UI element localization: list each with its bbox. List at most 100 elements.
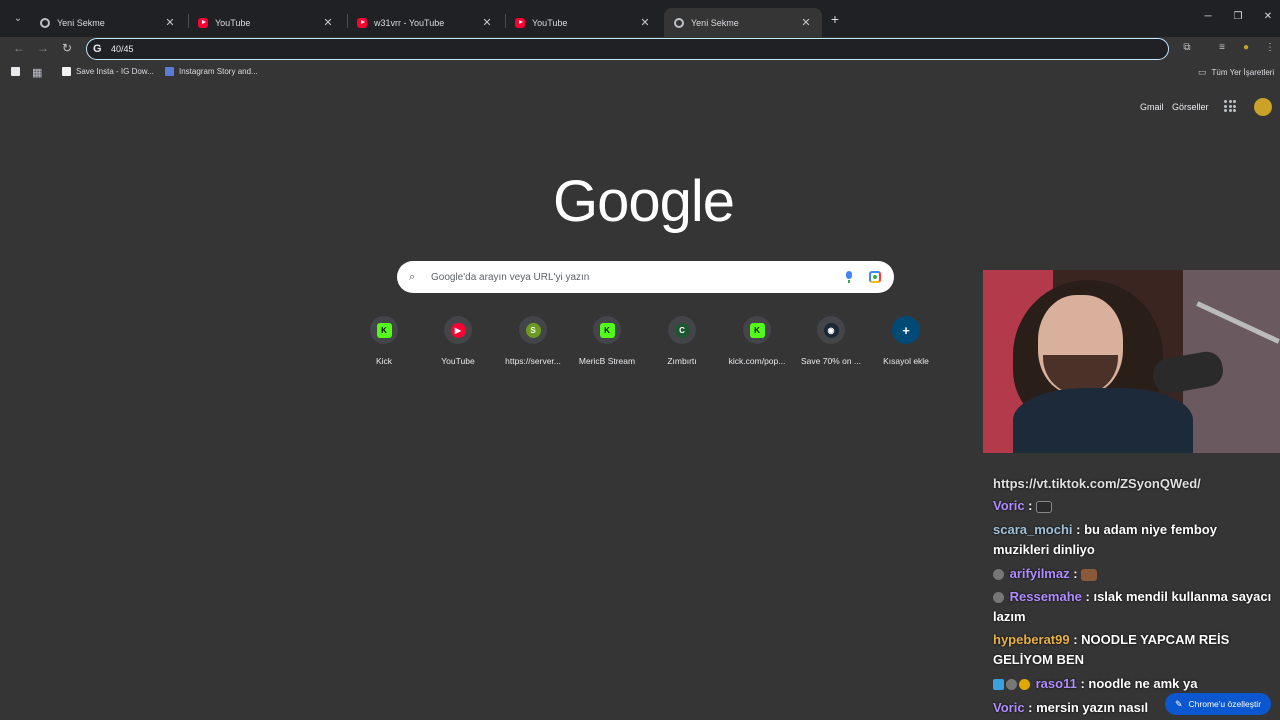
tab-yeni-sekme-active[interactable]: Yeni Sekme ✕ (664, 8, 822, 37)
tab-title: YouTube (215, 17, 251, 28)
save-insta-icon (62, 67, 71, 76)
instagram-story-icon (165, 67, 174, 76)
google-lens-icon[interactable] (869, 271, 881, 283)
chat-message: Ressemahe : ıslak mendil kullanma sayacı… (993, 589, 1272, 624)
tab-title: Yeni Sekme (57, 17, 105, 28)
folder-icon: ▭ (1198, 67, 1207, 77)
close-icon[interactable]: ✕ (322, 16, 334, 29)
minimize-icon[interactable]: ─ (1202, 11, 1214, 22)
tab-youtube-2[interactable]: YouTube ✕ (505, 8, 661, 37)
bookmark-instagram-story[interactable]: Instagram Story and... (165, 67, 258, 76)
tab-yeni-sekme-1[interactable]: Yeni Sekme ✕ (30, 8, 186, 37)
profile-toolbar-icon[interactable]: ● (1240, 42, 1252, 53)
shortcut-kick-pop[interactable]: K kick.com/pop... (719, 316, 795, 366)
tab-w31vrr-youtube[interactable]: w31vrr - YouTube ✕ (347, 8, 503, 37)
forward-icon[interactable]: → (36, 41, 50, 55)
shortcut-label: MericB Stream (578, 356, 636, 366)
search-icon: ⌕ (409, 270, 416, 283)
back-icon[interactable]: ← (12, 41, 26, 55)
badge-icon (993, 569, 1004, 581)
youtube-icon: ▶ (450, 322, 466, 338)
shortcut-kick[interactable]: K Kick (346, 316, 422, 366)
restore-icon[interactable]: ❐ (1232, 11, 1244, 22)
pencil-icon: ✎ (1175, 698, 1183, 709)
shortcut-label: https://server... (505, 356, 561, 366)
chrome-icon (674, 17, 684, 28)
menu-icon[interactable]: ⋮ (1264, 42, 1276, 53)
google-g-icon: G (93, 43, 102, 55)
chat-username: arifyilmaz (1009, 566, 1070, 581)
zimbirti-icon: C (674, 322, 690, 338)
badge-icon (1019, 679, 1030, 691)
close-icon[interactable]: ✕ (164, 16, 176, 29)
bookmark-save-insta[interactable]: Save Insta - IG Dow... (62, 67, 154, 76)
bookmark-label: Instagram Story and... (179, 67, 258, 76)
shortcut-youtube[interactable]: ▶ YouTube (420, 316, 496, 366)
apps-shortcut-icon[interactable] (11, 67, 20, 76)
extensions-icon[interactable]: ⧉ (1181, 42, 1193, 53)
youtube-icon (357, 17, 367, 28)
shortcut-label: YouTube (441, 356, 475, 366)
shortcut-add[interactable]: + Kısayol ekle (868, 316, 944, 366)
kick-icon: K (599, 322, 615, 338)
shortcut-server[interactable]: S https://server... (495, 316, 571, 366)
tab-search-icon[interactable]: ⌄ (10, 11, 26, 27)
chat-message: scara_mochi : bu adam niye femboy muzikl… (993, 522, 1217, 557)
chat-username: hypeberat99 (993, 632, 1070, 647)
kick-icon: K (376, 322, 392, 338)
customize-chrome-button[interactable]: ✎ Chrome'u özelleştir (1165, 693, 1272, 715)
avatar[interactable] (1254, 98, 1272, 116)
new-tab-icon[interactable]: + (828, 12, 842, 26)
badge-icon (993, 679, 1004, 691)
reading-list-icon[interactable]: ≡ (1216, 42, 1228, 53)
chat-username: Voric (993, 498, 1025, 513)
chat-message: raso11 : noodle ne amk ya (993, 674, 1275, 694)
emote-icon (1036, 500, 1053, 513)
kick-icon: K (749, 322, 765, 338)
omnibox[interactable]: G (86, 38, 1169, 60)
tab-title: Yeni Sekme (691, 17, 739, 28)
tab-youtube-1[interactable]: YouTube ✕ (188, 8, 344, 37)
bookmark-label: Save Insta - IG Dow... (76, 67, 154, 76)
reload-icon[interactable]: ↻ (60, 41, 74, 55)
chat-username: raso11 (1035, 676, 1077, 691)
toolbar: ← → ↻ G ⧉ ≡ ● ⋮ (0, 37, 1280, 61)
google-apps-icon[interactable] (1224, 100, 1236, 112)
chat-username: Voric (993, 700, 1025, 715)
close-window-icon[interactable]: ✕ (1262, 11, 1274, 22)
youtube-icon (515, 17, 525, 28)
google-logo: Google (553, 169, 735, 234)
close-icon[interactable]: ✕ (481, 16, 493, 29)
images-link[interactable]: Görseller (1172, 102, 1209, 112)
shortcut-label: Kısayol ekle (883, 356, 929, 366)
customize-label: Chrome'u özelleştir (1188, 699, 1262, 709)
all-bookmarks[interactable]: ▭ Tüm Yer İşaretleri (1198, 67, 1274, 78)
chat-message: Voric : (993, 496, 1275, 516)
emote-icon (1081, 568, 1098, 581)
shortcut-steam[interactable]: ◉ Save 70% on ... (793, 316, 869, 366)
badge-icon (1006, 679, 1017, 691)
grid-icon[interactable]: ▦ (32, 66, 42, 79)
chat-username: Ressemahe (1009, 589, 1082, 604)
search-box[interactable]: ⌕ Google'da arayın veya URL'yi yazın (397, 261, 894, 293)
chat-partial-line: https://vt.tiktok.com/ZSyonQWed/ (993, 476, 1201, 491)
close-icon[interactable]: ✕ (639, 16, 651, 29)
tab-strip: ⌄ Yeni Sekme ✕ YouTube ✕ w31vrr - YouTub… (0, 0, 1280, 37)
gmail-link[interactable]: Gmail (1140, 102, 1164, 112)
badge-icon (993, 592, 1004, 604)
chat-message: arifyilmaz : (993, 564, 1275, 584)
shortcut-label: Save 70% on ... (800, 356, 861, 366)
chrome-icon (40, 17, 50, 28)
add-icon: + (902, 322, 910, 338)
search-placeholder: Google'da arayın veya URL'yi yazın (431, 271, 590, 283)
close-icon[interactable]: ✕ (800, 16, 812, 29)
address-input[interactable] (111, 44, 1011, 54)
stream-chat: https://vt.tiktok.com/ZSyonQWed/ Voric :… (983, 476, 1280, 720)
shortcut-label: Kick (375, 356, 393, 366)
shortcut-label: kick.com/pop... (728, 356, 786, 366)
shortcut-mericb-stream[interactable]: K MericB Stream (569, 316, 645, 366)
voice-search-icon[interactable] (845, 271, 853, 283)
server-icon: S (525, 322, 541, 338)
all-bookmarks-label: Tüm Yer İşaretleri (1211, 68, 1275, 77)
shortcut-zimbirti[interactable]: C Zımbırtı (644, 316, 720, 366)
